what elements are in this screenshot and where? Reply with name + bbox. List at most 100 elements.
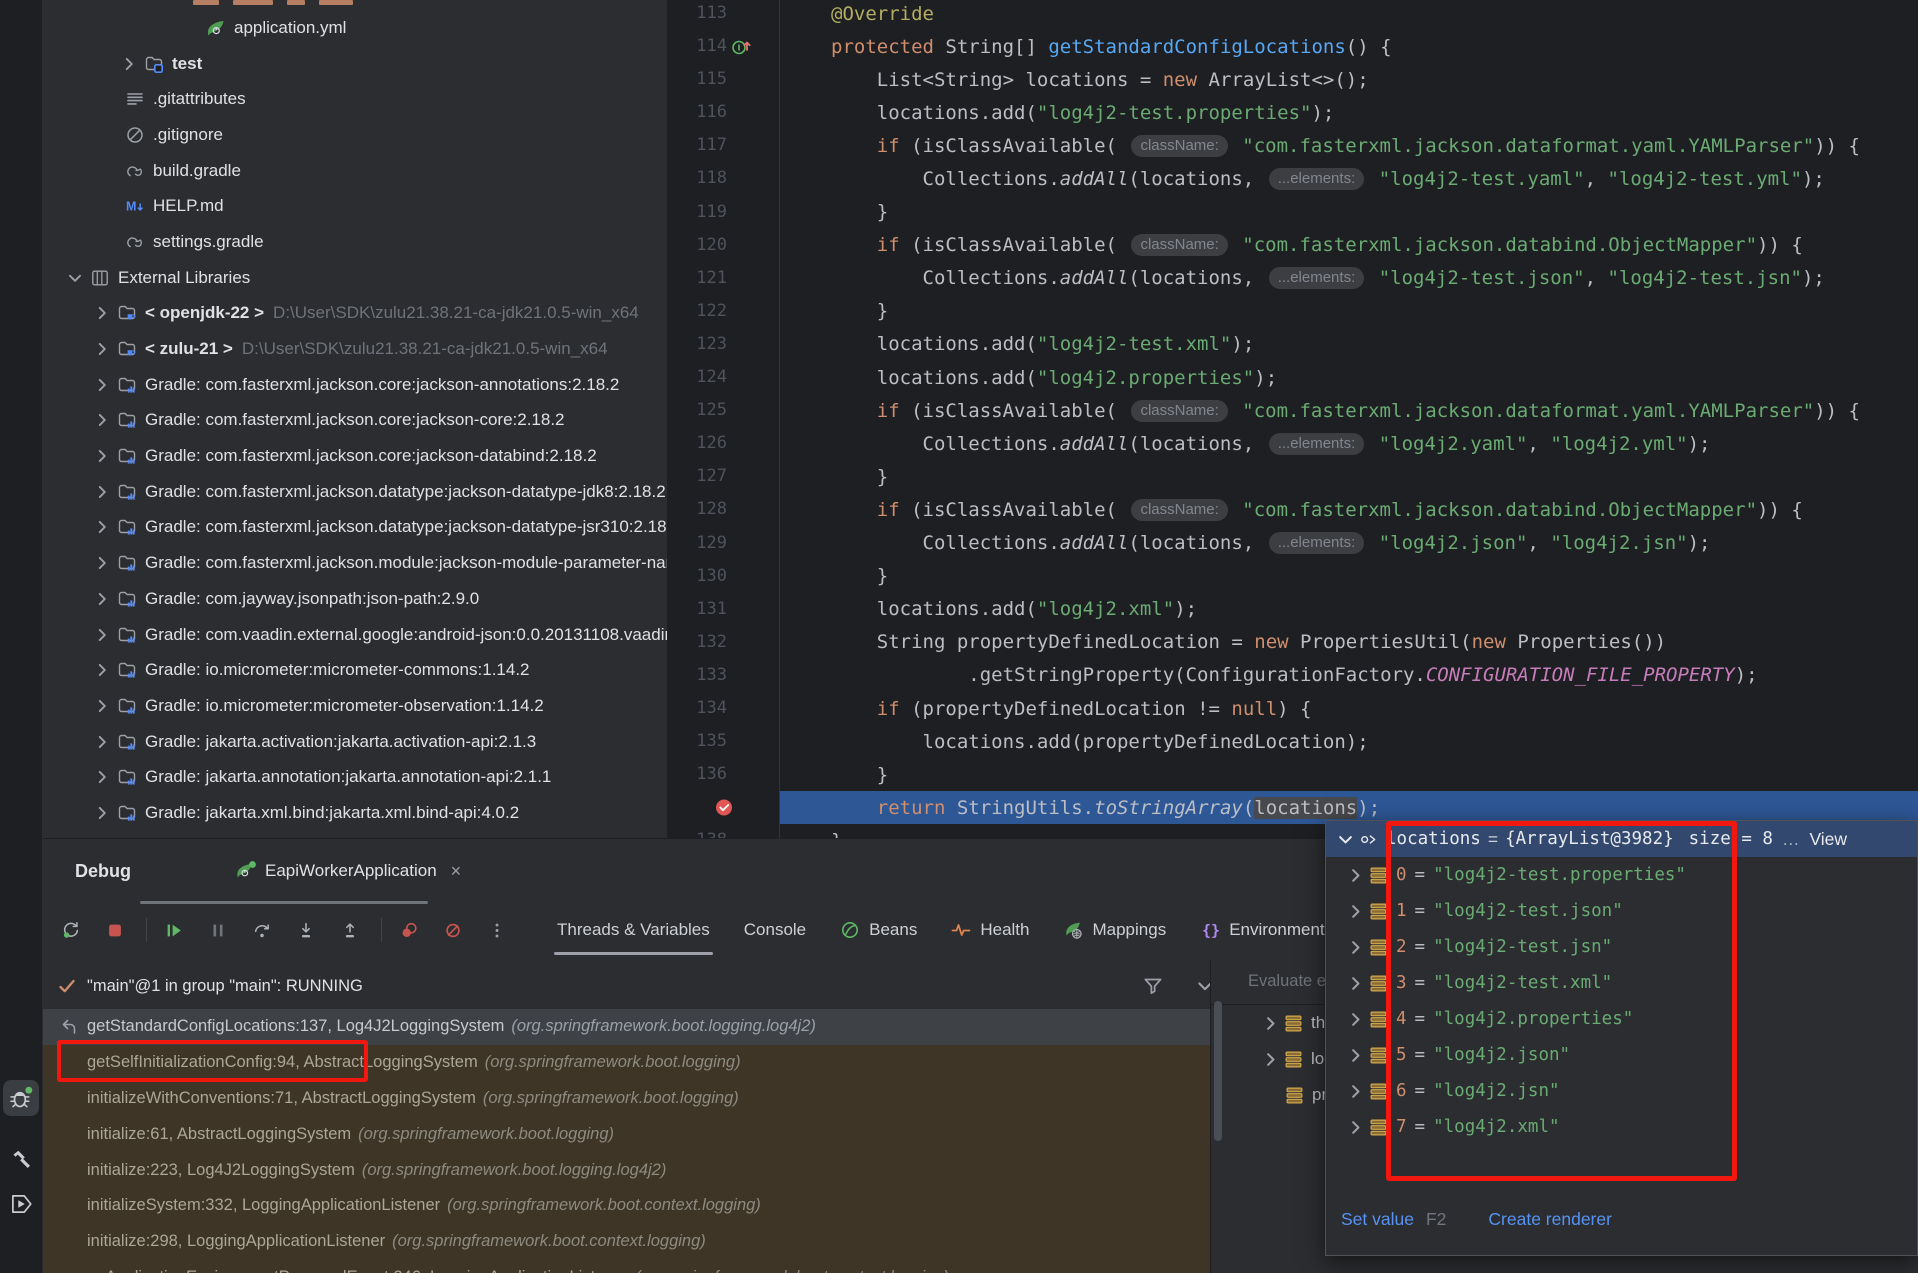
chevron-right-icon[interactable]: [1346, 1046, 1365, 1065]
tree-item[interactable]: Gradle: io.micrometer:micrometer-commons…: [43, 652, 667, 688]
tree-item[interactable]: Gradle: com.fasterxml.jackson.module:jac…: [43, 545, 667, 581]
chevron-right-icon[interactable]: [1346, 1082, 1365, 1101]
tree-item[interactable]: settings.gradle: [43, 224, 667, 260]
chevron-right-icon[interactable]: [93, 447, 111, 465]
chevron-right-icon[interactable]: [93, 483, 111, 501]
run-toolwindow-button[interactable]: [3, 1186, 39, 1222]
pause-button[interactable]: [203, 915, 233, 945]
array-element-row[interactable]: 3 = "log4j2-test.xml": [1326, 965, 1917, 1001]
step-into-button[interactable]: [291, 915, 321, 945]
tree-item[interactable]: Gradle: jakarta.annotation:jakarta.annot…: [43, 759, 667, 795]
chevron-right-icon[interactable]: [93, 697, 111, 715]
array-element-row[interactable]: 0 = "log4j2-test.properties": [1326, 857, 1917, 893]
chevron-right-icon[interactable]: [93, 304, 111, 322]
tree-item[interactable]: .gitignore: [43, 117, 667, 153]
stack-frame[interactable]: initialize:61, AbstractLoggingSystem (org…: [43, 1116, 1210, 1152]
build-toolwindow-button[interactable]: [3, 1142, 39, 1178]
chevron-right-icon[interactable]: [1346, 1118, 1365, 1137]
tree-item[interactable]: Gradle: jakarta.activation:jakarta.activ…: [43, 724, 667, 760]
tree-item[interactable]: Gradle: io.micrometer:micrometer-observa…: [43, 688, 667, 724]
tree-item[interactable]: Gradle: com.jayway.jsonpath:json-path:2.…: [43, 581, 667, 617]
array-element-row[interactable]: 7 = "log4j2.xml": [1326, 1109, 1917, 1145]
chevron-right-icon[interactable]: [1346, 902, 1365, 921]
more-button[interactable]: [482, 915, 512, 945]
tab-console[interactable]: Console: [727, 905, 823, 955]
array-element-row[interactable]: 1 = "log4j2-test.json": [1326, 893, 1917, 929]
filter-funnel-icon[interactable]: [1141, 974, 1165, 998]
chevron-right-icon[interactable]: [1346, 974, 1365, 993]
rerun-button[interactable]: [56, 915, 86, 945]
popup-equals: =: [1487, 828, 1499, 849]
tree-item[interactable]: .gitattributes: [43, 81, 667, 117]
session-tab[interactable]: EapiWorkerApplication ×: [235, 860, 461, 882]
step-out-button[interactable]: [335, 915, 365, 945]
tab-threads-variables[interactable]: Threads & Variables: [540, 905, 727, 955]
chevron-right-icon[interactable]: [1261, 1050, 1280, 1069]
array-element-row[interactable]: 5 = "log4j2.json": [1326, 1037, 1917, 1073]
chevron-down-icon[interactable]: [1336, 830, 1355, 849]
chevron-right-icon[interactable]: [93, 804, 111, 822]
stack-frame[interactable]: initialize:298, LoggingApplicationListen…: [43, 1224, 1210, 1260]
breakpoint-icon[interactable]: [714, 797, 735, 818]
tree-item[interactable]: Gradle: com.fasterxml.jackson.core:jacks…: [43, 367, 667, 403]
array-element-row[interactable]: 4 = "log4j2.properties": [1326, 1001, 1917, 1037]
tree-item[interactable]: Gradle: com.fasterxml.jackson.datatype:j…: [43, 474, 667, 510]
tab-mappings[interactable]: Mappings: [1046, 905, 1183, 955]
tree-item[interactable]: Gradle: com.fasterxml.jackson.core:jacks…: [43, 438, 667, 474]
tree-item[interactable]: M HELP.md: [43, 188, 667, 224]
mute-breakpoints-button[interactable]: [438, 915, 468, 945]
tree-item[interactable]: Gradle: com.fasterxml.jackson.datatype:j…: [43, 510, 667, 546]
chevron-right-icon[interactable]: [93, 554, 111, 572]
tree-item[interactable]: test: [43, 46, 667, 82]
chevron-right-icon[interactable]: [93, 590, 111, 608]
scrollbar-thumb[interactable]: [1214, 1001, 1222, 1141]
stack-frame[interactable]: getStandardConfigLocations:137, Log4J2Lo…: [43, 1009, 1210, 1045]
stack-frame[interactable]: onApplicationEnvironmentPreparedEvent:24…: [43, 1260, 1210, 1273]
code-editor[interactable]: 113 @Override 114 protected String[] getSta…: [667, 0, 1918, 838]
tab-environment[interactable]: {} Environment: [1183, 905, 1341, 955]
tree-item[interactable]: Gradle: com.fasterxml.jackson.core:jacks…: [43, 403, 667, 439]
array-element-row[interactable]: 6 = "log4j2.jsn": [1326, 1073, 1917, 1109]
tree-item[interactable]: application.yml: [43, 10, 667, 46]
tree-item[interactable]: Gradle: jakarta.xml.bind:jakarta.xml.bin…: [43, 795, 667, 831]
tree-item[interactable]: build.gradle: [43, 153, 667, 189]
stack-frame[interactable]: initialize:223, Log4J2LoggingSystem (org.…: [43, 1152, 1210, 1188]
tree-item[interactable]: < openjdk-22 > D:\User\SDK\zulu21.38.21-c…: [43, 296, 667, 332]
tree-item[interactable]: External Libraries: [43, 260, 667, 296]
stack-frame[interactable]: getSelfInitializationConfig:94, Abstract…: [43, 1045, 1210, 1081]
chevron-right-icon[interactable]: [93, 518, 111, 536]
chevron-right-icon[interactable]: [1346, 1010, 1365, 1029]
chevron-right-icon[interactable]: [120, 55, 138, 73]
override-marker-icon[interactable]: [731, 36, 752, 57]
create-renderer-link[interactable]: Create renderer: [1488, 1209, 1612, 1230]
chevron-right-icon[interactable]: [1346, 866, 1365, 885]
tab-beans[interactable]: Beans: [823, 905, 934, 955]
chevron-right-icon[interactable]: [93, 733, 111, 751]
chevron-right-icon[interactable]: [93, 768, 111, 786]
stack-frame[interactable]: initializeSystem:332, LoggingApplication…: [43, 1188, 1210, 1224]
tree-item[interactable]: Gradle: com.vaadin.external.google:andro…: [43, 617, 667, 653]
editor-gutter: 135: [667, 725, 779, 758]
debug-toolwindow-button[interactable]: [3, 1080, 39, 1116]
popup-view-link[interactable]: View: [1809, 829, 1847, 850]
close-icon[interactable]: ×: [451, 861, 462, 882]
chevron-right-icon[interactable]: [93, 340, 111, 358]
chevron-down-icon[interactable]: [66, 269, 84, 287]
chevron-right-icon[interactable]: [93, 626, 111, 644]
chevron-right-icon[interactable]: [93, 661, 111, 679]
resume-button[interactable]: [159, 915, 189, 945]
step-over-button[interactable]: [247, 915, 277, 945]
view-breakpoints-button[interactable]: [394, 915, 424, 945]
chevron-right-icon[interactable]: [93, 411, 111, 429]
chevron-right-icon[interactable]: [1261, 1014, 1280, 1033]
tree-item[interactable]: < zulu-21 > D:\User\SDK\zulu21.38.21-ca-j…: [43, 331, 667, 367]
thread-status-row[interactable]: "main"@1 in group "main": RUNNING: [43, 966, 1224, 1006]
chevron-right-icon[interactable]: [93, 376, 111, 394]
popup-header-row[interactable]: locations = {ArrayList@3982} size = 8 … …: [1326, 821, 1917, 857]
set-value-link[interactable]: Set value: [1341, 1209, 1414, 1230]
tab-health[interactable]: Health: [934, 905, 1046, 955]
array-element-row[interactable]: 2 = "log4j2-test.jsn": [1326, 929, 1917, 965]
stack-frame[interactable]: initializeWithConventions:71, AbstractLo…: [43, 1081, 1210, 1117]
stop-button[interactable]: [100, 915, 130, 945]
chevron-right-icon[interactable]: [1346, 938, 1365, 957]
